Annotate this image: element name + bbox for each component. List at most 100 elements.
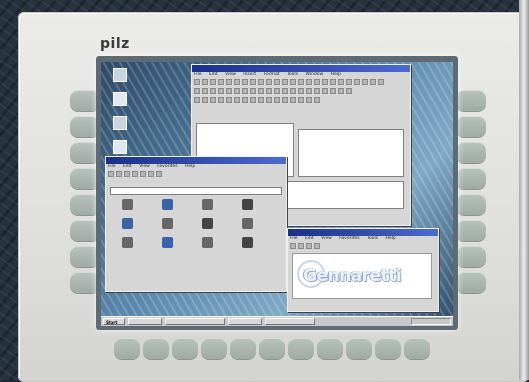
menu-item[interactable]: Favorites — [157, 164, 177, 169]
control-panel-item[interactable] — [152, 218, 182, 231]
tool-button[interactable] — [242, 88, 248, 94]
tool-button[interactable] — [298, 97, 304, 103]
tool-button[interactable] — [210, 79, 216, 85]
tool-button[interactable] — [250, 97, 256, 103]
menu-item[interactable]: View — [139, 164, 150, 169]
menu-item[interactable]: Edit — [209, 72, 218, 77]
start-button[interactable]: Start — [103, 318, 125, 325]
tool-button[interactable] — [346, 88, 352, 94]
tool-button[interactable] — [306, 88, 312, 94]
menu-item[interactable]: Format — [264, 72, 280, 77]
tool-button[interactable] — [290, 79, 296, 85]
tool-button[interactable] — [282, 88, 288, 94]
bottom-function-key-3[interactable] — [172, 338, 198, 359]
tool-button[interactable] — [354, 79, 360, 85]
desktop-icon-4[interactable] — [113, 140, 127, 154]
tool-button[interactable] — [202, 79, 208, 85]
tool-button[interactable] — [124, 171, 130, 177]
tool-button[interactable] — [148, 171, 154, 177]
tool-button[interactable] — [156, 171, 162, 177]
control-panel-item[interactable] — [232, 199, 262, 212]
tool-button[interactable] — [298, 243, 304, 249]
bottom-function-key-11[interactable] — [404, 338, 430, 359]
tool-button[interactable] — [266, 79, 272, 85]
tool-button[interactable] — [258, 97, 264, 103]
right-function-key-3[interactable] — [456, 142, 486, 163]
control-panel-item[interactable] — [192, 218, 222, 231]
tool-button[interactable] — [140, 171, 146, 177]
tool-button[interactable] — [132, 171, 138, 177]
tool-button[interactable] — [322, 88, 328, 94]
logo-window[interactable]: File Edit View Favorites Tools Help Genn… — [287, 228, 439, 312]
bottom-function-key-7[interactable] — [288, 338, 314, 359]
tool-button[interactable] — [298, 79, 304, 85]
tool-button[interactable] — [234, 97, 240, 103]
menu-item[interactable]: File — [194, 72, 202, 77]
menu-item[interactable]: Insert — [243, 72, 256, 77]
control-panel-item[interactable] — [192, 237, 222, 250]
tool-button[interactable] — [306, 243, 312, 249]
tool-button[interactable] — [266, 88, 272, 94]
control-panel-item[interactable] — [192, 199, 222, 212]
tool-button[interactable] — [226, 97, 232, 103]
menu-item[interactable]: Tools — [287, 72, 298, 77]
menu-item[interactable]: View — [225, 72, 236, 77]
menu-item[interactable]: Edit — [123, 164, 132, 169]
tool-button[interactable] — [218, 88, 224, 94]
tool-button[interactable] — [258, 88, 264, 94]
project-window-titlebar[interactable] — [106, 157, 286, 164]
bottom-function-key-1[interactable] — [114, 338, 140, 359]
tool-button[interactable] — [250, 79, 256, 85]
control-panel-item[interactable] — [112, 218, 142, 231]
tool-button[interactable] — [266, 97, 272, 103]
touch-screen[interactable]: File Edit View Insert Format Tools Windo… — [101, 62, 453, 326]
tool-button[interactable] — [226, 79, 232, 85]
right-function-key-5[interactable] — [456, 194, 486, 215]
tool-button[interactable] — [234, 79, 240, 85]
address-bar[interactable] — [110, 187, 282, 195]
tool-button[interactable] — [370, 79, 376, 85]
desktop-icon-2[interactable] — [113, 92, 127, 106]
tool-button[interactable] — [330, 88, 336, 94]
tool-button[interactable] — [378, 79, 384, 85]
taskbar-app-button[interactable] — [265, 318, 315, 325]
menu-item[interactable]: File — [108, 164, 116, 169]
bottom-function-key-9[interactable] — [346, 338, 372, 359]
tool-button[interactable] — [210, 97, 216, 103]
menu-item[interactable]: Window — [305, 72, 323, 77]
tool-button[interactable] — [314, 88, 320, 94]
taskbar-app-button[interactable] — [228, 318, 262, 325]
tool-button[interactable] — [282, 79, 288, 85]
control-panel-item[interactable] — [112, 199, 142, 212]
tool-button[interactable] — [116, 171, 122, 177]
tool-button[interactable] — [242, 97, 248, 103]
properties-panel[interactable] — [298, 129, 404, 177]
bottom-function-key-6[interactable] — [259, 338, 285, 359]
tool-button[interactable] — [298, 88, 304, 94]
right-function-key-1[interactable] — [456, 90, 486, 111]
tool-button[interactable] — [194, 97, 200, 103]
tool-button[interactable] — [346, 79, 352, 85]
control-panel-item[interactable] — [152, 237, 182, 250]
tool-button[interactable] — [202, 88, 208, 94]
tool-button[interactable] — [194, 88, 200, 94]
tool-button[interactable] — [218, 79, 224, 85]
taskbar-app-button[interactable] — [165, 318, 225, 325]
tool-button[interactable] — [194, 79, 200, 85]
tool-button[interactable] — [258, 79, 264, 85]
project-window[interactable]: File Edit View Favorites Help — [105, 156, 287, 292]
menu-item[interactable]: Tools — [367, 236, 378, 241]
tool-button[interactable] — [274, 97, 280, 103]
tool-button[interactable] — [108, 171, 114, 177]
right-function-key-2[interactable] — [456, 116, 486, 137]
right-function-key-4[interactable] — [456, 168, 486, 189]
tool-button[interactable] — [338, 79, 344, 85]
tool-button[interactable] — [306, 79, 312, 85]
tool-button[interactable] — [226, 88, 232, 94]
tool-button[interactable] — [210, 88, 216, 94]
control-panel-item[interactable] — [232, 218, 262, 231]
tool-button[interactable] — [202, 97, 208, 103]
bottom-function-key-5[interactable] — [230, 338, 256, 359]
desktop-icon-3[interactable] — [113, 116, 127, 130]
bottom-function-key-8[interactable] — [317, 338, 343, 359]
